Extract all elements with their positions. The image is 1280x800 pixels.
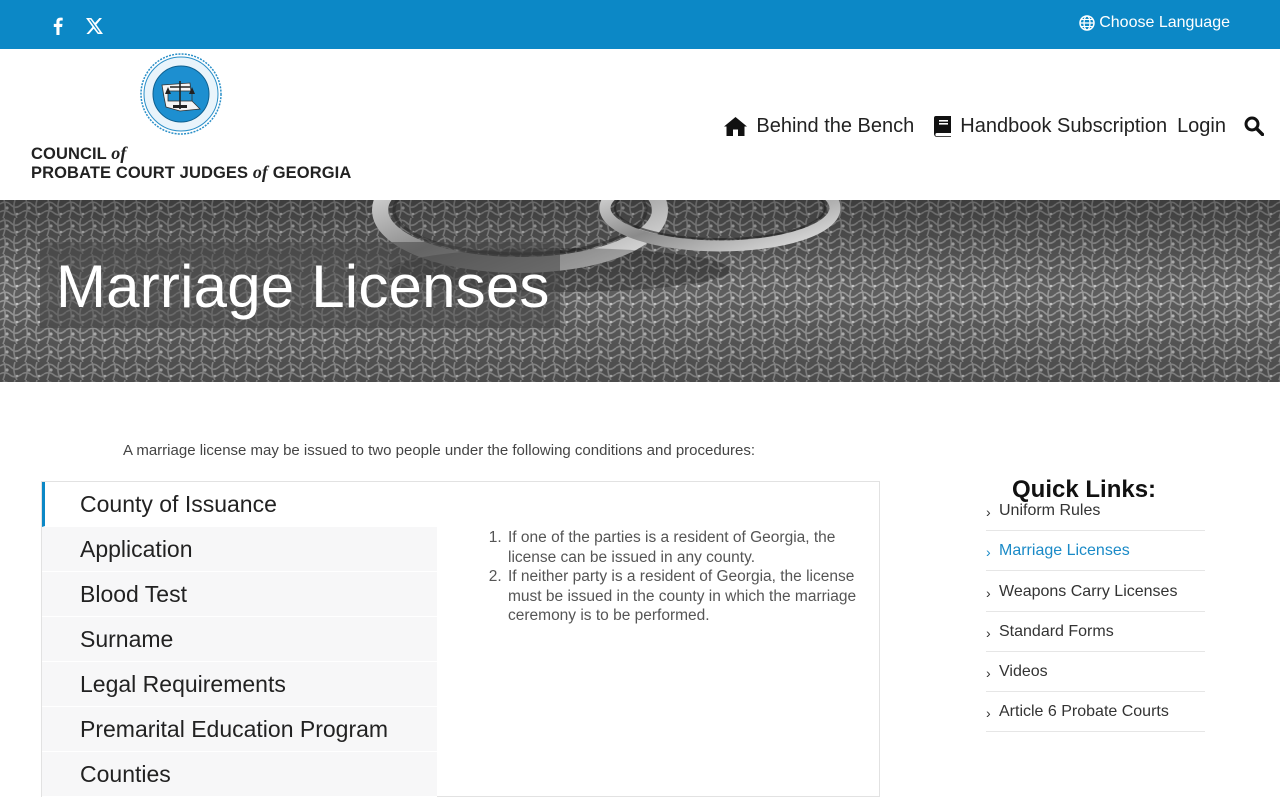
quick-links-list: › Uniform Rules › Marriage Licenses › Weapo… bbox=[986, 491, 1205, 733]
org-name-line2: PROBATE COURT JUDGES bbox=[31, 164, 249, 182]
chevron-right-icon: › bbox=[986, 665, 991, 682]
tab-application[interactable]: Application bbox=[42, 527, 437, 572]
search-icon bbox=[1244, 116, 1264, 136]
tab-label: Blood Test bbox=[80, 580, 187, 607]
council-seal-logo[interactable] bbox=[140, 53, 222, 135]
home-icon bbox=[724, 116, 748, 136]
chevron-right-icon: › bbox=[986, 705, 991, 722]
search-button[interactable] bbox=[1244, 116, 1264, 136]
quick-link-videos[interactable]: › Videos bbox=[986, 652, 1205, 693]
nav-login[interactable]: Login bbox=[1177, 115, 1226, 138]
main-navigation: Behind the Bench Handbook Subscription L… bbox=[704, 111, 1264, 141]
book-icon bbox=[934, 115, 952, 137]
quick-link-uniform-rules[interactable]: › Uniform Rules bbox=[986, 491, 1205, 531]
top-bar: Choose Language bbox=[0, 0, 1280, 49]
tab-blood-test[interactable]: Blood Test bbox=[42, 572, 437, 617]
facebook-icon[interactable] bbox=[46, 14, 70, 38]
quick-link-label: Uniform Rules bbox=[999, 502, 1101, 519]
nav-handbook-subscription-label: Handbook Subscription bbox=[960, 114, 1168, 137]
tab-list: County of Issuance Application Blood Tes… bbox=[42, 482, 437, 797]
tab-label: Legal Requirements bbox=[80, 670, 286, 697]
x-twitter-icon[interactable] bbox=[82, 14, 106, 38]
tab-counties[interactable]: Counties bbox=[42, 752, 437, 797]
list-item: If neither party is a resident of Georgi… bbox=[506, 567, 858, 626]
choose-language-label: Choose Language bbox=[1099, 14, 1230, 31]
organization-name[interactable]: COUNCIL of PROBATE COURT JUDGES of GEORG… bbox=[31, 144, 351, 182]
list-item: If one of the parties is a resident of G… bbox=[506, 528, 858, 567]
org-name-of-2: of bbox=[252, 162, 269, 182]
globe-icon bbox=[1079, 15, 1095, 31]
tab-content-county-of-issuance: If one of the parties is a resident of G… bbox=[488, 528, 858, 626]
tab-label: County of Issuance bbox=[80, 490, 277, 517]
hero-banner: Marriage Licenses bbox=[0, 200, 1280, 382]
tab-label: Premarital Education Program bbox=[80, 715, 389, 742]
tab-label: Counties bbox=[80, 760, 171, 787]
choose-language-link[interactable]: Choose Language bbox=[1079, 14, 1230, 32]
quick-link-label: Standard Forms bbox=[999, 622, 1114, 640]
intro-text: A marriage license may be issued to two … bbox=[123, 442, 756, 459]
quick-link-marriage-licenses[interactable]: › Marriage Licenses bbox=[986, 531, 1205, 572]
site-header: COUNCIL of PROBATE COURT JUDGES of GEORG… bbox=[0, 49, 1280, 200]
nav-login-label: Login bbox=[1177, 114, 1226, 137]
quick-link-label: Videos bbox=[999, 663, 1048, 681]
tab-label: Application bbox=[80, 535, 193, 562]
org-name-line1: COUNCIL bbox=[31, 145, 107, 163]
chevron-right-icon: › bbox=[986, 504, 991, 520]
tab-label: Surname bbox=[80, 625, 174, 652]
issuance-rules-list: If one of the parties is a resident of G… bbox=[488, 528, 858, 626]
quick-link-article-6-probate-courts[interactable]: › Article 6 Probate Courts bbox=[986, 692, 1205, 733]
nav-handbook-subscription[interactable]: Handbook Subscription bbox=[934, 115, 1167, 138]
chevron-right-icon: › bbox=[986, 584, 991, 601]
nav-behind-the-bench-label: Behind the Bench bbox=[756, 114, 915, 137]
tab-surname[interactable]: Surname bbox=[42, 617, 437, 662]
quick-link-label: Marriage Licenses bbox=[999, 542, 1130, 560]
nav-behind-the-bench[interactable]: Behind the Bench bbox=[724, 115, 914, 138]
org-name-state: GEORGIA bbox=[272, 164, 352, 182]
quick-link-label: Article 6 Probate Courts bbox=[999, 703, 1169, 721]
quick-link-label: Weapons Carry Licenses bbox=[999, 582, 1178, 600]
tab-county-of-issuance[interactable]: County of Issuance bbox=[42, 482, 437, 527]
tabs-panel: County of Issuance Application Blood Tes… bbox=[41, 481, 880, 797]
chevron-right-icon: › bbox=[986, 544, 991, 561]
quick-link-standard-forms[interactable]: › Standard Forms bbox=[986, 612, 1205, 652]
chevron-right-icon: › bbox=[986, 624, 991, 641]
org-name-of-1: of bbox=[111, 143, 127, 163]
quick-link-weapons-carry-licenses[interactable]: › Weapons Carry Licenses bbox=[986, 571, 1205, 612]
tab-premarital-education-program[interactable]: Premarital Education Program bbox=[42, 707, 437, 752]
page-title: Marriage Licenses bbox=[56, 253, 550, 320]
tab-legal-requirements[interactable]: Legal Requirements bbox=[42, 662, 437, 707]
